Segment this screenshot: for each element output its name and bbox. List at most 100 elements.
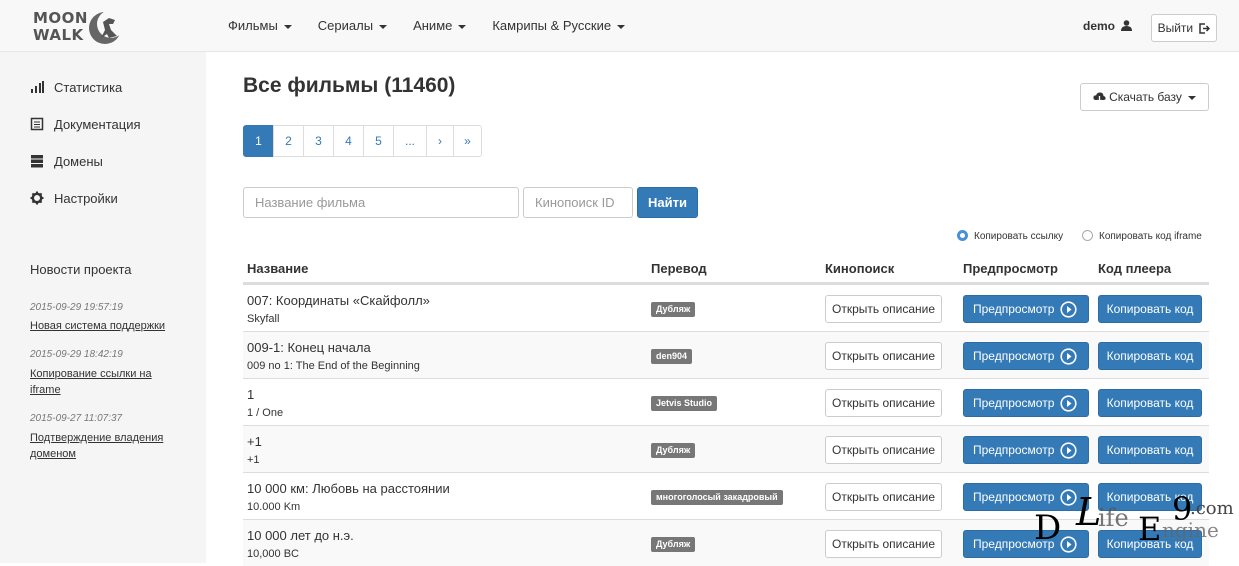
copy-link-option[interactable]: Копировать ссылку xyxy=(957,230,1063,244)
translation-badge: Дубляж xyxy=(651,302,696,317)
movie-title: 10 000 км: Любовь на расстоянии xyxy=(247,481,450,496)
translation-badge: Дубляж xyxy=(651,443,696,458)
pagination: 1 2 3 4 5 ... › » xyxy=(243,125,482,157)
news-link[interactable]: Новая система поддержки xyxy=(30,318,180,334)
translation-badge: den904 xyxy=(651,349,693,364)
column-header-translation: Перевод xyxy=(651,261,707,276)
cloud-download-icon xyxy=(1093,92,1106,103)
copy-iframe-option[interactable]: Копировать код iframe xyxy=(1082,230,1202,244)
sidebar-item-settings[interactable]: Настройки xyxy=(30,189,118,209)
movie-original-title: 10.000 Km xyxy=(247,501,301,513)
news-date: 2015-09-29 19:57:19 xyxy=(30,302,123,313)
main-menu: Фильмы Сериалы Аниме Камрипы & Русские xyxy=(228,0,651,52)
menu-films[interactable]: Фильмы xyxy=(228,0,292,52)
translation-badge: Jetvis Studio xyxy=(651,396,718,411)
page-ellipsis[interactable]: ... xyxy=(393,125,427,157)
radio-selected-icon[interactable] xyxy=(957,230,968,241)
page-5[interactable]: 5 xyxy=(363,125,394,157)
logout-button[interactable]: Выйти xyxy=(1151,14,1217,42)
caret-down-icon xyxy=(617,24,626,29)
logo-line-2: WALK xyxy=(33,26,84,44)
book-icon xyxy=(30,117,44,131)
movie-original-title: +1 xyxy=(247,454,260,466)
column-header-kinopoisk: Кинопоиск xyxy=(825,261,895,276)
news-date: 2015-09-27 11:07:37 xyxy=(30,413,123,424)
copy-code-button[interactable]: Копировать код xyxy=(1098,436,1202,464)
open-description-button[interactable]: Открыть описание xyxy=(825,342,942,370)
translation-badge: Дубляж xyxy=(651,537,696,552)
page-last[interactable]: » xyxy=(453,125,482,157)
moon-dino-icon xyxy=(89,10,125,44)
copy-code-button[interactable]: Копировать код xyxy=(1098,389,1202,417)
top-navbar: MOON WALK Фильмы Сериалы Аниме Камрипы &… xyxy=(0,0,1239,52)
logo-line-1: MOON xyxy=(33,9,88,27)
movie-title: 10 000 лет до н.э. xyxy=(247,528,354,543)
bar-chart-icon xyxy=(31,81,44,93)
preview-button[interactable]: Предпросмотр xyxy=(963,436,1089,464)
menu-camrips[interactable]: Камрипы & Русские xyxy=(492,0,626,52)
watermark: D L ife E ngine 9 .com xyxy=(1034,490,1234,548)
movie-original-title: 10,000 BC xyxy=(247,548,299,560)
sidebar-item-documentation[interactable]: Документация xyxy=(30,115,141,135)
play-circle-icon xyxy=(1060,301,1077,318)
movie-title: 1 xyxy=(247,387,255,402)
play-circle-icon xyxy=(1060,395,1077,412)
kinopoisk-id-input[interactable] xyxy=(523,187,633,218)
open-description-button[interactable]: Открыть описание xyxy=(825,436,942,464)
preview-button[interactable]: Предпросмотр xyxy=(963,389,1089,417)
moonwalk-logo[interactable]: MOON WALK xyxy=(33,8,133,46)
sign-out-icon xyxy=(1199,23,1211,34)
movie-original-title: Skyfall xyxy=(247,313,280,325)
sidebar: Статистика Документация Домены Настройки… xyxy=(0,52,206,563)
page-title: Все фильмы (11460) xyxy=(243,74,456,97)
column-header-title: Название xyxy=(247,261,309,276)
movie-title: 009-1: Конец начала xyxy=(247,340,371,355)
page-3[interactable]: 3 xyxy=(303,125,334,157)
copy-code-button[interactable]: Копировать код xyxy=(1098,295,1202,323)
open-description-button[interactable]: Открыть описание xyxy=(825,530,942,558)
menu-anime[interactable]: Аниме xyxy=(413,0,467,52)
copy-code-button[interactable]: Копировать код xyxy=(1098,342,1202,370)
news-date: 2015-09-29 18:42:19 xyxy=(30,349,123,360)
gear-icon xyxy=(30,191,44,205)
caret-down-icon xyxy=(283,24,292,29)
user-icon xyxy=(1121,20,1133,31)
page-1[interactable]: 1 xyxy=(243,125,274,157)
page-4[interactable]: 4 xyxy=(333,125,364,157)
download-database-button[interactable]: Скачать базу xyxy=(1080,83,1209,111)
news-heading: Новости проекта xyxy=(30,262,132,277)
sidebar-item-statistics[interactable]: Статистика xyxy=(30,78,122,98)
sidebar-item-domains[interactable]: Домены xyxy=(30,152,103,172)
news-link[interactable]: Копирование ссылки на iframe xyxy=(30,366,165,398)
menu-series[interactable]: Сериалы xyxy=(318,0,388,52)
caret-down-icon xyxy=(458,24,467,29)
movie-title: 007: Координаты «Скайфолл» xyxy=(247,293,430,308)
caret-down-icon xyxy=(1187,95,1196,100)
news-link[interactable]: Подтверждение владения доменом xyxy=(30,430,175,462)
table-row: 009-1: Конец начала 009 no 1: The End of… xyxy=(243,331,1209,378)
user-menu[interactable]: demo xyxy=(1083,0,1133,52)
page-next[interactable]: › xyxy=(426,125,454,157)
table-row: 007: Координаты «Скайфолл» Skyfall Дубля… xyxy=(243,284,1209,331)
column-header-preview: Предпросмотр xyxy=(963,261,1058,276)
table-row: +1 +1 Дубляж Открыть описание Предпросмо… xyxy=(243,425,1209,472)
caret-down-icon xyxy=(379,24,388,29)
play-circle-icon xyxy=(1060,348,1077,365)
page-2[interactable]: 2 xyxy=(273,125,304,157)
table-row: 1 1 / One Jetvis Studio Открыть описание… xyxy=(243,378,1209,425)
movie-title: +1 xyxy=(247,434,262,449)
server-icon xyxy=(31,155,43,168)
radio-unselected-icon[interactable] xyxy=(1082,230,1093,241)
translation-badge: многоголосый закадровый xyxy=(651,490,783,505)
play-circle-icon xyxy=(1060,442,1077,459)
preview-button[interactable]: Предпросмотр xyxy=(963,295,1089,323)
username: demo xyxy=(1083,19,1116,33)
movie-title-input[interactable] xyxy=(243,187,519,218)
open-description-button[interactable]: Открыть описание xyxy=(825,483,942,511)
search-button[interactable]: Найти xyxy=(637,187,698,218)
open-description-button[interactable]: Открыть описание xyxy=(825,295,942,323)
column-header-player-code: Код плеера xyxy=(1098,261,1172,276)
movie-original-title: 1 / One xyxy=(247,407,284,419)
preview-button[interactable]: Предпросмотр xyxy=(963,342,1089,370)
open-description-button[interactable]: Открыть описание xyxy=(825,389,942,417)
